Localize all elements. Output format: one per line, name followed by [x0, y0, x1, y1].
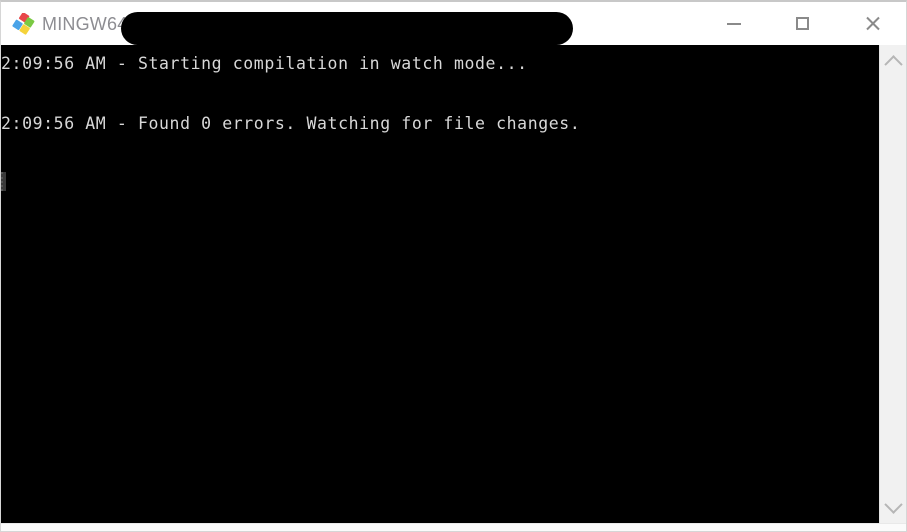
scroll-up-button[interactable] [880, 47, 906, 75]
window-bottom-border [1, 523, 906, 531]
minimize-button[interactable] [711, 2, 757, 45]
redacted-title-bar [121, 12, 573, 45]
maximize-button[interactable] [779, 2, 825, 45]
terminal-line: 2:09:56 AM - Starting compilation in wat… [1, 54, 528, 73]
maximize-icon [795, 17, 809, 30]
mingw64-terminal-window: MINGW64 2:09:56 AM - Starting compilatio… [0, 0, 907, 532]
scroll-down-button[interactable] [880, 493, 906, 521]
minimize-icon [727, 22, 741, 25]
window-titlebar[interactable]: MINGW64 [1, 2, 906, 45]
chevron-up-icon [883, 54, 903, 74]
terminal-line: 2:09:56 AM - Found 0 errors. Watching fo… [1, 114, 581, 133]
terminal-cursor [1, 172, 6, 191]
terminal-text: 2:09:56 AM - Starting compilation in wat… [1, 45, 881, 169]
mingw-diamonds-icon [12, 13, 36, 35]
chevron-down-icon [883, 494, 903, 514]
window-title: MINGW64 [42, 14, 128, 34]
vertical-scrollbar[interactable] [879, 45, 906, 523]
terminal-output-area[interactable]: 2:09:56 AM - Starting compilation in wat… [1, 45, 881, 523]
close-button[interactable] [850, 2, 896, 45]
scrollbar-track[interactable] [880, 75, 906, 493]
close-icon [865, 15, 882, 32]
